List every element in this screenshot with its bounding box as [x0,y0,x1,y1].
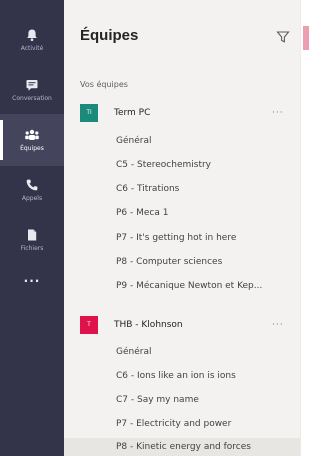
page-title: Équipes [80,27,139,44]
more-options-icon[interactable]: ··· [272,320,284,330]
team-row-thb-klohnson[interactable]: T THB - Klohnson ··· [64,312,300,338]
teams-app: Activité Conversation Équipes Appels Fic… [0,0,323,456]
channel-item[interactable]: C7 - Say my name [116,393,294,407]
rail-item-calls[interactable]: Appels [0,164,64,216]
channel-item[interactable]: Général [116,345,294,359]
channel-item[interactable]: P7 - It's getting hot in here [116,231,294,245]
rail-item-more[interactable]: ... [0,252,64,304]
file-icon [28,229,37,241]
channel-item[interactable]: Général [116,134,294,148]
filter-icon[interactable] [276,30,290,44]
teams-panel: Équipes Vos équipes TI Term PC ··· Génér… [64,0,300,456]
channel-item[interactable]: C5 - Stereochemistry [116,158,294,172]
chat-icon [26,80,38,91]
teams-icon [25,129,39,140]
phone-icon [26,179,38,191]
channel-item[interactable]: C6 - Ions like an ion is ions [116,369,294,383]
app-rail: Activité Conversation Équipes Appels Fic… [0,0,64,456]
panel-header: Équipes [64,0,300,64]
team-avatar: T [80,316,98,334]
team-avatar: TI [80,104,98,122]
more-icon: ... [23,271,41,285]
rail-label-teams: Équipes [20,145,44,152]
content-area [300,0,323,456]
rail-item-activity[interactable]: Activité [0,14,64,66]
channel-item[interactable]: P7 - Electricity and power [116,417,294,431]
team-name: Term PC [114,108,151,118]
rail-label-conversation: Conversation [12,95,52,102]
team-row-term-pc[interactable]: TI Term PC ··· [64,100,300,126]
channel-item[interactable]: P8 - Computer sciences [116,255,294,269]
bell-icon [27,29,37,41]
rail-label-activity: Activité [20,45,44,52]
rail-label-files: Fichiers [20,245,44,252]
channel-item[interactable]: P9 - Mécanique Newton et Kep... [116,279,294,293]
content-edge [303,26,309,50]
team-name: THB - Klohnson [114,320,183,330]
section-label: Vos équipes [80,80,128,89]
channel-item[interactable]: P6 - Meca 1 [116,206,294,220]
channel-item-selected[interactable]: P8 - Kinetic energy and forces [116,440,294,454]
rail-item-conversation[interactable]: Conversation [0,64,64,116]
channel-item[interactable]: C6 - Titrations [116,182,294,196]
more-options-icon[interactable]: ··· [272,108,284,118]
rail-item-teams[interactable]: Équipes [0,114,64,166]
rail-label-calls: Appels [21,195,43,202]
